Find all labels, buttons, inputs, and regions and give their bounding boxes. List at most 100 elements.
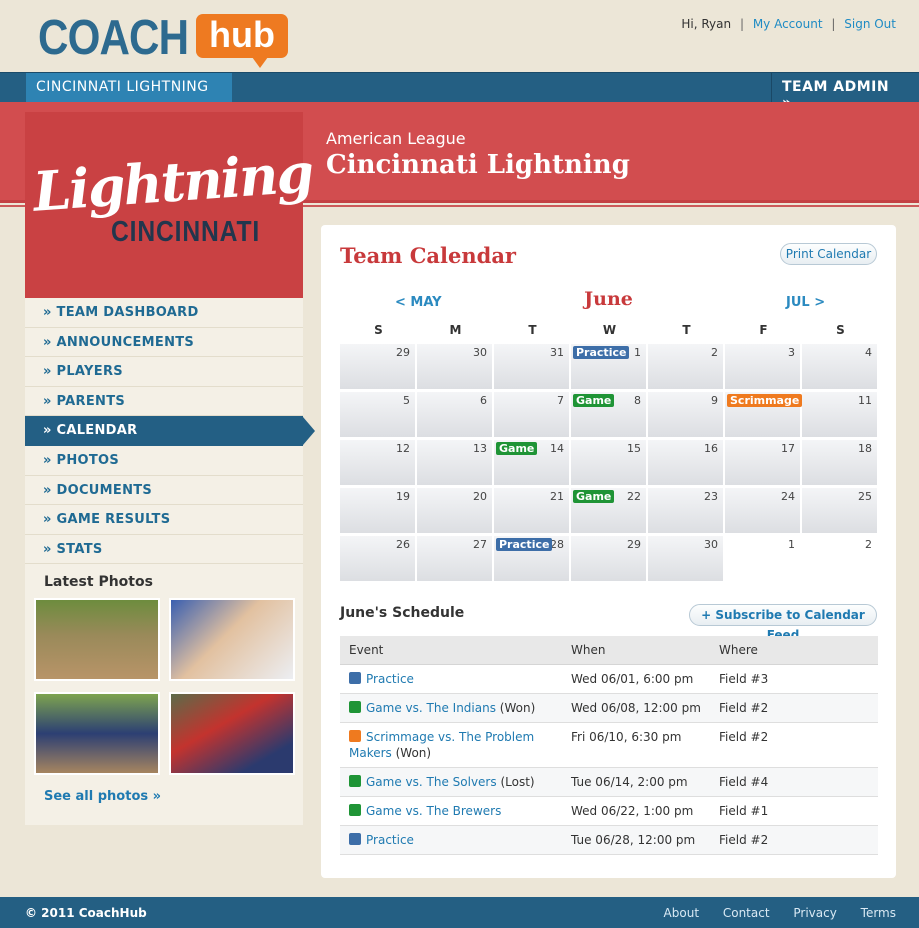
calendar-day-cell[interactable]: 30: [417, 344, 492, 389]
calendar-day-cell[interactable]: 29: [340, 344, 415, 389]
footer-link-contact[interactable]: Contact: [723, 906, 770, 920]
event-type-swatch: [349, 729, 361, 742]
footer-link-terms[interactable]: Terms: [861, 906, 896, 920]
calendar-day-cell[interactable]: 4: [802, 344, 877, 389]
sidebar-item-players[interactable]: » PLAYERS: [25, 357, 303, 387]
weekday-label: F: [759, 323, 768, 337]
calendar-day-cell[interactable]: 30: [648, 536, 723, 581]
photo-thumbnail[interactable]: [169, 598, 295, 681]
calendar-day-cell[interactable]: 6: [417, 392, 492, 437]
sidebar: Lightning CINCINNATI » TEAM DASHBOARD» A…: [25, 112, 314, 825]
sidebar-item-team-dashboard[interactable]: » TEAM DASHBOARD: [25, 298, 303, 328]
photo-thumbnail[interactable]: [34, 598, 160, 681]
next-month-link[interactable]: JUL >: [786, 295, 825, 310]
weekday-label: S: [836, 323, 845, 337]
calendar-day-cell[interactable]: 9: [648, 392, 723, 437]
schedule-when-cell: Tue 06/28, 12:00 pm: [562, 825, 710, 855]
copyright: © 2011 CoachHub: [25, 906, 147, 920]
sidebar-item-announcements[interactable]: » ANNOUNCEMENTS: [25, 328, 303, 358]
sidebar-item-game-results[interactable]: » GAME RESULTS: [25, 505, 303, 535]
calendar-event-game[interactable]: Game: [573, 394, 615, 407]
weekday-label: S: [374, 323, 383, 337]
schedule-event-link[interactable]: Practice: [366, 833, 414, 847]
day-number: 6: [480, 394, 487, 407]
top-navbar: CINCINNATI LIGHTNING ⌄ TEAM ADMIN »: [0, 72, 919, 111]
calendar-day-cell[interactable]: 23: [648, 488, 723, 533]
team-logo-city: CINCINNATI: [111, 216, 261, 248]
footer-link-privacy[interactable]: Privacy: [793, 906, 836, 920]
weekday-header: SMTWTFS: [340, 323, 879, 337]
sign-out-link[interactable]: Sign Out: [844, 17, 896, 31]
day-number: 31: [550, 346, 564, 359]
calendar-event-game[interactable]: Game: [573, 490, 615, 503]
calendar-day-cell[interactable]: 3: [725, 344, 800, 389]
calendar-day-cell[interactable]: 20: [417, 488, 492, 533]
photo-thumbnail[interactable]: [34, 692, 160, 775]
schedule-event-link[interactable]: Scrimmage vs. The Problem Makers: [349, 730, 534, 760]
schedule-event-link[interactable]: Practice: [366, 672, 414, 686]
calendar-event-scrimmage[interactable]: Scrimmage: [727, 394, 803, 407]
calendar-day-cell[interactable]: 13: [417, 440, 492, 485]
calendar-day-cell[interactable]: 16: [648, 440, 723, 485]
calendar-day-cell: 2: [802, 536, 877, 581]
schedule-event-link[interactable]: Game vs. The Brewers: [366, 804, 501, 818]
calendar-day-cell[interactable]: 14 Game: [494, 440, 569, 485]
calendar-day-cell[interactable]: 21: [494, 488, 569, 533]
schedule-when-cell: Tue 06/14, 2:00 pm: [562, 767, 710, 797]
calendar-day-cell[interactable]: 5: [340, 392, 415, 437]
calendar-day-cell[interactable]: 25: [802, 488, 877, 533]
calendar-day-cell[interactable]: 12: [340, 440, 415, 485]
day-number: 20: [473, 490, 487, 503]
calendar-day-cell[interactable]: 19: [340, 488, 415, 533]
my-account-link[interactable]: My Account: [753, 17, 823, 31]
calendar-day-cell[interactable]: 26: [340, 536, 415, 581]
schedule-event-link[interactable]: Game vs. The Indians: [366, 701, 496, 715]
calendar-event-practice[interactable]: Practice: [573, 346, 630, 359]
photo-thumbnail[interactable]: [169, 692, 295, 775]
latest-photos-heading: Latest Photos: [44, 574, 153, 590]
calendar-day-cell[interactable]: 7: [494, 392, 569, 437]
team-admin-link[interactable]: TEAM ADMIN »: [771, 73, 893, 111]
day-number: 24: [781, 490, 795, 503]
footer-link-about[interactable]: About: [664, 906, 699, 920]
calendar-day-cell[interactable]: 8 Game: [571, 392, 646, 437]
day-number: 25: [858, 490, 872, 503]
schedule-event-link[interactable]: Game vs. The Solvers: [366, 775, 497, 789]
schedule-when-cell: Wed 06/01, 6:00 pm: [562, 664, 710, 694]
sidebar-item-calendar[interactable]: » CALENDAR: [25, 416, 303, 446]
calendar-day-cell[interactable]: 18: [802, 440, 877, 485]
calendar-day-cell[interactable]: 15: [571, 440, 646, 485]
calendar-day-cell[interactable]: 17: [725, 440, 800, 485]
calendar-day-cell[interactable]: 24: [725, 488, 800, 533]
calendar-day-cell[interactable]: 10Scrimmage: [725, 392, 803, 437]
day-number: 9: [711, 394, 718, 407]
calendar-day-cell[interactable]: 28 Practice: [494, 536, 569, 581]
calendar-day-cell[interactable]: 31: [494, 344, 569, 389]
calendar-day-cell[interactable]: 22 Game: [571, 488, 646, 533]
calendar-day-cell[interactable]: 29: [571, 536, 646, 581]
print-calendar-button[interactable]: Print Calendar: [780, 243, 877, 265]
calendar-event-game[interactable]: Game: [496, 442, 538, 455]
calendar-event-practice[interactable]: Practice: [496, 538, 553, 551]
calendar-day-cell[interactable]: 1 Practice: [571, 344, 646, 389]
schedule-event-cell: Practice: [340, 825, 562, 855]
subscribe-calendar-feed-button[interactable]: + Subscribe to Calendar Feed: [689, 604, 877, 642]
day-number: 11: [858, 394, 872, 407]
sidebar-item-parents[interactable]: » PARENTS: [25, 387, 303, 417]
schedule-where-cell: Field #2: [710, 825, 878, 855]
sidebar-item-photos[interactable]: » PHOTOS: [25, 446, 303, 476]
schedule-event-cell: Game vs. The Indians (Won): [340, 693, 562, 723]
calendar-day-cell[interactable]: 2: [648, 344, 723, 389]
team-logo-script: Lightning: [31, 140, 315, 224]
calendar-day-cell[interactable]: 11: [802, 392, 877, 437]
sidebar-item-stats[interactable]: » STATS: [25, 535, 303, 565]
event-type-swatch: [349, 832, 361, 845]
sidebar-item-documents[interactable]: » DOCUMENTS: [25, 476, 303, 506]
day-number: 5: [403, 394, 410, 407]
team-selector-label: CINCINNATI LIGHTNING: [36, 79, 209, 95]
column-header-event: Event: [340, 636, 562, 665]
page-title: Team Calendar: [340, 243, 516, 268]
calendar-day-cell[interactable]: 27: [417, 536, 492, 581]
team-selector-dropdown[interactable]: CINCINNATI LIGHTNING ⌄: [26, 73, 232, 110]
see-all-photos-link[interactable]: See all photos »: [44, 789, 161, 804]
